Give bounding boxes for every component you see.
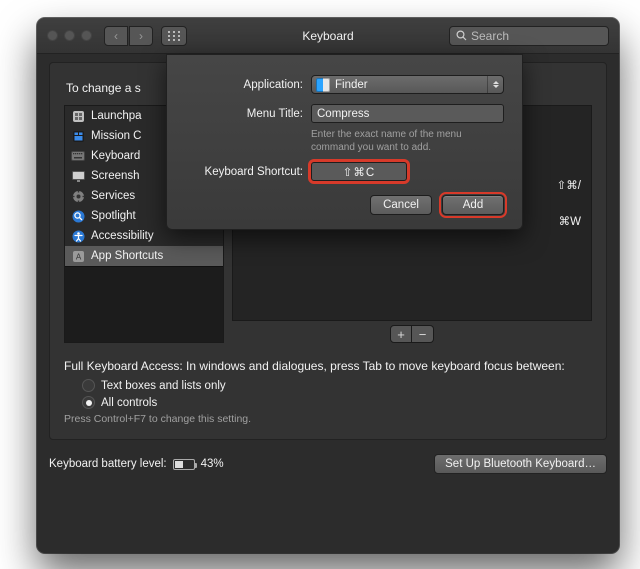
sidebar-item-label: App Shortcuts bbox=[91, 250, 163, 262]
add-shortcut-button[interactable]: + bbox=[390, 325, 412, 343]
radio-all-controls[interactable]: All controls bbox=[82, 396, 592, 409]
keyboard-icon bbox=[71, 149, 85, 163]
nav-buttons: ‹ › bbox=[104, 26, 153, 46]
keyboard-shortcut-value: ⇧⌘C bbox=[343, 165, 375, 179]
setup-bluetooth-keyboard-button[interactable]: Set Up Bluetooth Keyboard… bbox=[434, 454, 607, 474]
battery-icon bbox=[173, 459, 195, 470]
application-value: Finder bbox=[335, 79, 368, 91]
add-button[interactable]: Add bbox=[442, 195, 504, 215]
shortcut-row[interactable]: ⌘W bbox=[559, 214, 581, 228]
window-controls bbox=[47, 30, 92, 41]
spotlight-icon bbox=[71, 209, 85, 223]
radio-label: All controls bbox=[101, 397, 157, 409]
minus-icon: − bbox=[419, 327, 427, 342]
sidebar-item-label: Mission C bbox=[91, 130, 141, 142]
application-popup[interactable]: Finder bbox=[311, 75, 504, 94]
grid-icon bbox=[168, 31, 180, 41]
footer: Keyboard battery level: 43% Set Up Bluet… bbox=[49, 454, 607, 474]
battery-label: Keyboard battery level: bbox=[49, 458, 167, 470]
close-window-button[interactable] bbox=[47, 30, 58, 41]
list-empty-area bbox=[65, 266, 223, 342]
preferences-window: ‹ › Keyboard Search To change a s bbox=[37, 18, 619, 553]
back-button[interactable]: ‹ bbox=[104, 26, 128, 46]
full-keyboard-access-options: Text boxes and lists only All controls bbox=[82, 379, 592, 409]
sidebar-item-app-shortcuts[interactable]: A App Shortcuts bbox=[65, 246, 223, 266]
radio-textboxes-only[interactable]: Text boxes and lists only bbox=[82, 379, 592, 392]
remove-shortcut-button[interactable]: − bbox=[412, 325, 434, 343]
full-keyboard-access-note: Press Control+F7 to change this setting. bbox=[64, 413, 592, 425]
menu-title-value: Compress bbox=[317, 108, 369, 120]
full-keyboard-access: Full Keyboard Access: In windows and dia… bbox=[64, 359, 592, 425]
screenshot-icon bbox=[71, 169, 85, 183]
menu-title-hint: Enter the exact name of the menu command… bbox=[311, 129, 504, 154]
cancel-button[interactable]: Cancel bbox=[370, 195, 432, 215]
sidebar-item-label: Services bbox=[91, 190, 135, 202]
services-icon bbox=[71, 189, 85, 203]
add-remove-segment: + − bbox=[232, 325, 592, 343]
add-shortcut-dialog: Application: Finder Menu Title: Compress… bbox=[166, 54, 523, 230]
app-shortcuts-icon: A bbox=[71, 249, 85, 263]
radio-icon bbox=[82, 396, 95, 409]
search-field[interactable]: Search bbox=[449, 26, 609, 46]
keyboard-shortcut-field[interactable]: ⇧⌘C bbox=[311, 162, 407, 181]
radio-icon bbox=[82, 379, 95, 392]
mission-control-icon bbox=[71, 129, 85, 143]
forward-button[interactable]: › bbox=[129, 26, 153, 46]
search-placeholder: Search bbox=[471, 29, 509, 43]
zoom-window-button[interactable] bbox=[81, 30, 92, 41]
show-all-button[interactable] bbox=[161, 26, 187, 46]
battery-percent: 43% bbox=[201, 458, 224, 470]
svg-text:A: A bbox=[75, 252, 81, 261]
launchpad-icon bbox=[71, 109, 85, 123]
keyboard-battery: Keyboard battery level: 43% bbox=[49, 458, 224, 470]
sidebar-item-label: Screensh bbox=[91, 170, 140, 182]
finder-icon bbox=[316, 78, 330, 92]
radio-label: Text boxes and lists only bbox=[101, 380, 226, 392]
application-label: Application: bbox=[185, 79, 303, 91]
menu-title-label: Menu Title: bbox=[185, 108, 303, 120]
chevron-left-icon: ‹ bbox=[114, 29, 118, 43]
button-label: Cancel bbox=[383, 199, 419, 211]
minimize-window-button[interactable] bbox=[64, 30, 75, 41]
shortcut-keys: ⌘W bbox=[559, 214, 581, 228]
chevron-right-icon: › bbox=[139, 29, 143, 43]
shortcut-keys: ⇧⌘/ bbox=[557, 178, 581, 192]
sidebar-item-label: Keyboard bbox=[91, 150, 140, 162]
titlebar: ‹ › Keyboard Search bbox=[37, 18, 619, 54]
full-keyboard-access-heading: Full Keyboard Access: In windows and dia… bbox=[64, 359, 592, 373]
button-label: Add bbox=[463, 199, 483, 211]
sidebar-item-label: Spotlight bbox=[91, 210, 136, 222]
button-label: Set Up Bluetooth Keyboard… bbox=[445, 458, 596, 470]
menu-title-field[interactable]: Compress bbox=[311, 104, 504, 123]
sidebar-item-label: Accessibility bbox=[91, 230, 154, 242]
plus-icon: + bbox=[397, 327, 405, 342]
keyboard-shortcut-label: Keyboard Shortcut: bbox=[185, 166, 303, 178]
search-icon bbox=[456, 30, 467, 41]
sidebar-item-label: Launchpa bbox=[91, 110, 142, 122]
popup-arrows-icon bbox=[487, 76, 503, 93]
accessibility-icon bbox=[71, 229, 85, 243]
shortcut-row[interactable]: ⇧⌘/ bbox=[557, 178, 581, 192]
